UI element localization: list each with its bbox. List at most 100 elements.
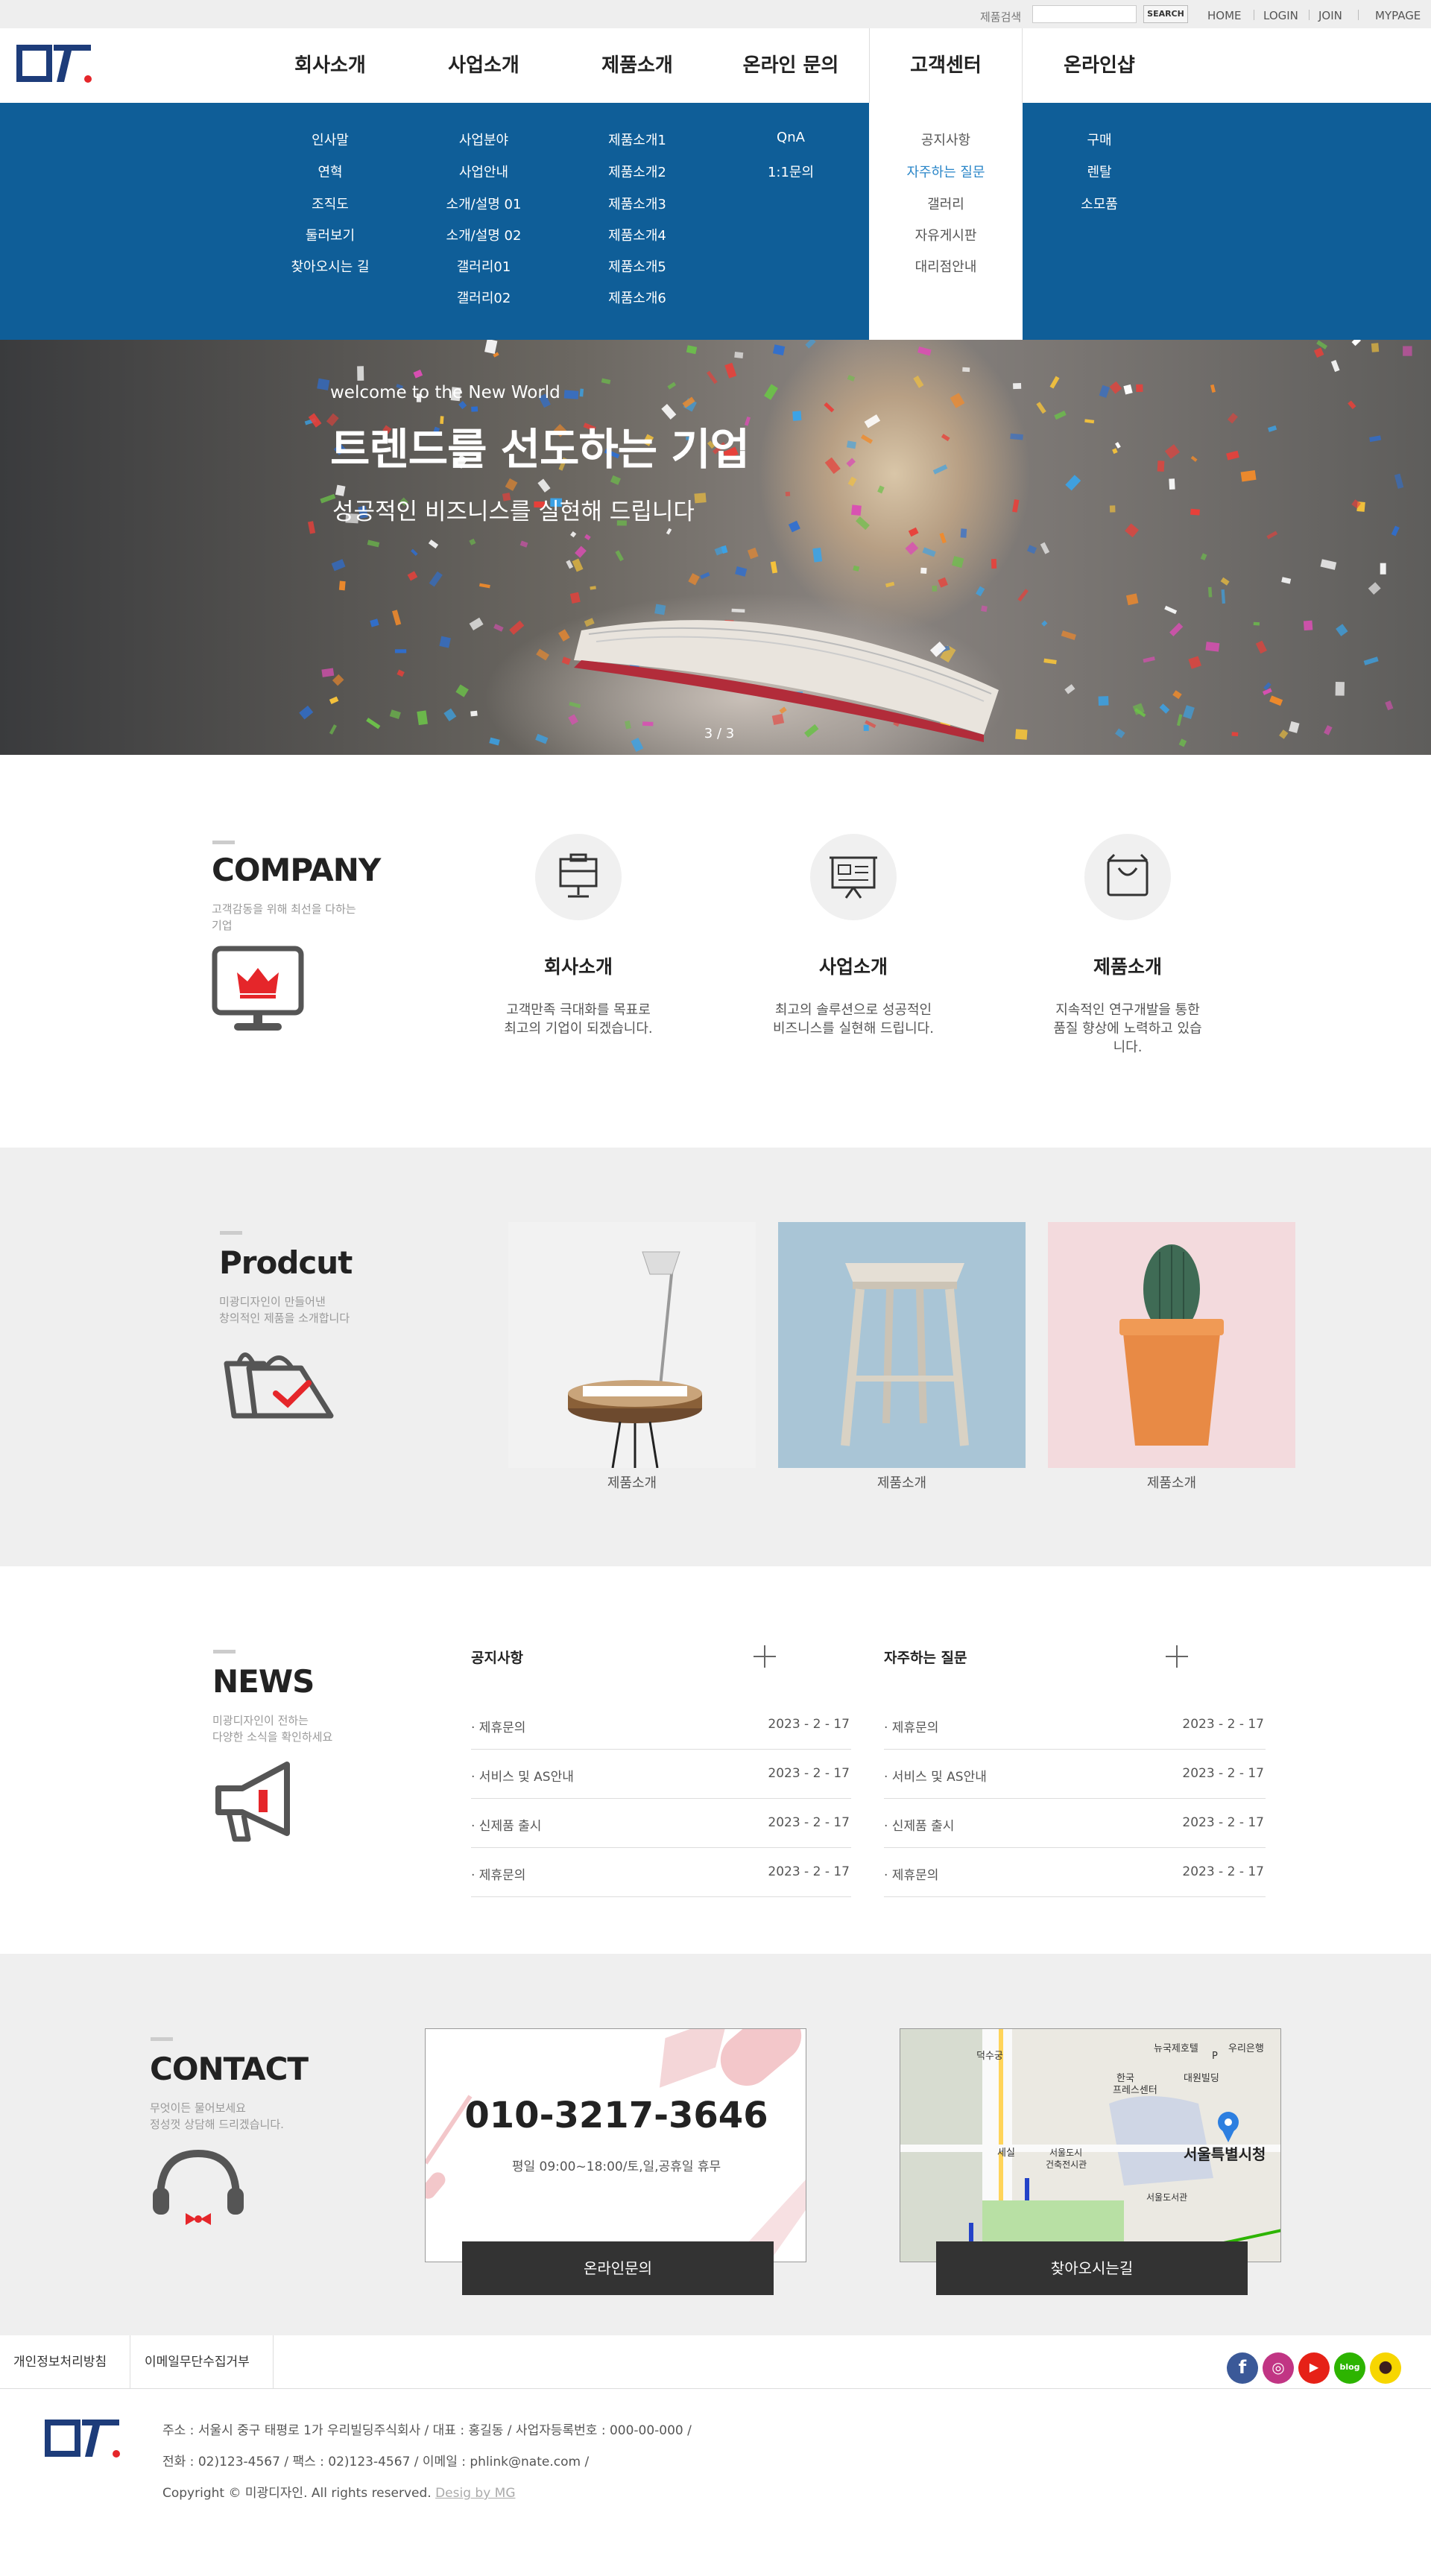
company-desc-2: 기업 [212, 919, 233, 932]
submenu-greeting[interactable]: 인사말 [253, 130, 407, 149]
product-caption-3: 제품소개 [1146, 1475, 1197, 1491]
nav-online-inquiry[interactable]: 온라인 문의 [714, 28, 868, 103]
kakao-icon[interactable]: ● [1370, 2352, 1401, 2384]
site-logo[interactable] [13, 40, 97, 88]
top-utility-bar: 제품검색 SEARCH HOME LOGIN JOIN MYPAGE [0, 0, 1431, 28]
business-intro-icon [810, 834, 897, 920]
product-desc-1: 미광디자인이 만들어낸 [219, 1295, 326, 1308]
product-image-2[interactable] [778, 1222, 1026, 1468]
contact-phone[interactable]: 010-3217-3646 [426, 2095, 806, 2136]
submenu-qna[interactable]: QnA [714, 130, 868, 145]
footer-link-bar: 개인정보처리방침 이메일무단수집거부 f ◎ ▶ blog ● [0, 2335, 1431, 2389]
submenu-intro-02[interactable]: 소개/설명 02 [407, 225, 560, 244]
submenu-rental[interactable]: 렌탈 [1023, 162, 1176, 181]
submenu-purchase[interactable]: 구매 [1023, 130, 1176, 149]
submenu-gallery[interactable]: 갤러리 [869, 194, 1023, 213]
product-intro-icon [1084, 834, 1171, 920]
main-header: 회사소개 사업소개 제품소개 온라인 문의 고객센터 온라인샵 [0, 28, 1431, 103]
submenu-product-1[interactable]: 제품소개1 [560, 130, 714, 149]
submenu-product-2[interactable]: 제품소개2 [560, 162, 714, 181]
facebook-icon[interactable]: f [1227, 2352, 1258, 2384]
mypage-link[interactable]: MYPAGE [1375, 9, 1421, 22]
svg-text:한국: 한국 [1116, 2073, 1134, 2084]
online-inquiry-button[interactable]: 온라인문의 [462, 2241, 774, 2295]
footer-credit-link[interactable]: Desig by MG [435, 2486, 515, 2501]
svg-text:서울도시: 서울도시 [1049, 2148, 1082, 2158]
faq-more-plus-icon[interactable] [1166, 1645, 1188, 1668]
news-row[interactable]: · 신제품 출시 2023 - 2 - 17 [471, 1799, 851, 1848]
submenu-gallery-02[interactable]: 갤러리02 [407, 288, 560, 307]
faq-row[interactable]: · 제휴문의 2023 - 2 - 17 [884, 1700, 1266, 1750]
submenu-business-guide[interactable]: 사업안내 [407, 162, 560, 181]
nav-online-shop[interactable]: 온라인샵 [1023, 28, 1176, 103]
contact-desc-1: 무엇이든 물어보세요 [150, 2101, 246, 2115]
open-book-image [574, 620, 999, 742]
headset-icon [153, 2149, 244, 2225]
login-link[interactable]: LOGIN [1263, 9, 1298, 22]
faq-row[interactable]: · 서비스 및 AS안내 2023 - 2 - 17 [884, 1750, 1266, 1799]
submenu-product-6[interactable]: 제품소개6 [560, 288, 714, 307]
feature-title-business: 사업소개 [818, 956, 888, 978]
email-refusal-link[interactable]: 이메일무단수집거부 [145, 2335, 250, 2389]
hero-slider: welcome to the New World 트렌드를 선도하는 기업 성공… [0, 340, 1431, 755]
youtube-icon[interactable]: ▶ [1298, 2352, 1330, 2384]
submenu-faq[interactable]: 자주하는 질문 [869, 162, 1023, 181]
nav-customer-center[interactable]: 고객센터 [869, 28, 1023, 103]
blog-icon[interactable]: blog [1334, 2352, 1365, 2384]
submenu-dealers[interactable]: 대리점안내 [869, 256, 1023, 276]
news-section: NEWS 미광디자인이 전하는 다양한 소식을 확인하세요 공지사항 · 제휴문… [0, 1566, 1431, 1954]
section-title-contact: CONTACT [150, 2051, 309, 2087]
submenu-tour[interactable]: 둘러보기 [253, 225, 407, 244]
hero-title: 트렌드를 선도하는 기업 [330, 424, 750, 475]
submenu-consumables[interactable]: 소모품 [1023, 194, 1176, 213]
svg-text:서울도서관: 서울도서관 [1146, 2192, 1187, 2203]
faq-row[interactable]: · 신제품 출시 2023 - 2 - 17 [884, 1799, 1266, 1848]
submenu-intro-01[interactable]: 소개/설명 01 [407, 194, 560, 213]
nav-business[interactable]: 사업소개 [407, 28, 560, 103]
submenu-product-3[interactable]: 제품소개3 [560, 194, 714, 213]
submenu-business-area[interactable]: 사업분야 [407, 130, 560, 149]
mega-menu: 인사말 연혁 조직도 둘러보기 찾아오시는 길 사업분야 사업안내 소개/설명 … [0, 103, 1431, 340]
hero-subtitle: welcome to the New World [330, 383, 560, 402]
footer-contact: 전화 : 02)123-4567 / 팩스 : 02)123-4567 / 이메… [162, 2455, 590, 2469]
hero-description: 성공적인 비즈니스를 실현해 드립니다 [332, 499, 695, 525]
submenu-product-4[interactable]: 제품소개4 [560, 225, 714, 244]
feature-desc-product-2: 품질 향상에 노력하고 있습 [1053, 1021, 1202, 1037]
home-link[interactable]: HOME [1207, 9, 1242, 22]
directions-button[interactable]: 찾아오시는길 [936, 2241, 1248, 2295]
slide-pager[interactable]: 3 / 3 [697, 726, 742, 741]
submenu-product-5[interactable]: 제품소개5 [560, 256, 714, 276]
megaphone-icon [215, 1762, 290, 1842]
svg-text:건축전시관: 건축전시관 [1046, 2159, 1087, 2170]
feature-title-company: 회사소개 [543, 956, 613, 978]
search-button[interactable]: SEARCH [1143, 5, 1188, 23]
submenu-organization[interactable]: 조직도 [253, 194, 407, 213]
submenu-directions[interactable]: 찾아오시는 길 [253, 256, 407, 276]
submenu-history[interactable]: 연혁 [253, 162, 407, 181]
notice-more-plus-icon[interactable] [754, 1645, 776, 1668]
product-image-1[interactable] [508, 1222, 756, 1468]
submenu-one-to-one[interactable]: 1:1문의 [714, 162, 868, 181]
submenu-gallery-01[interactable]: 갤러리01 [407, 256, 560, 276]
submenu-notice[interactable]: 공지사항 [869, 130, 1023, 149]
news-row[interactable]: · 제휴문의 2023 - 2 - 17 [471, 1700, 851, 1750]
contact-section: CONTACT 무엇이든 물어보세요 정성껏 상담해 드리겠습니다. 010-3… [0, 1954, 1431, 2335]
product-image-3[interactable] [1048, 1222, 1295, 1468]
svg-text:서울특별시청: 서울특별시청 [1184, 2145, 1266, 2163]
product-caption-1: 제품소개 [607, 1475, 657, 1491]
privacy-policy-link[interactable]: 개인정보처리방침 [13, 2335, 107, 2389]
faq-row[interactable]: · 제휴문의 2023 - 2 - 17 [884, 1848, 1266, 1897]
news-row[interactable]: · 서비스 및 AS안내 2023 - 2 - 17 [471, 1750, 851, 1799]
location-map[interactable]: 뉴국제호텔 우리은행 한국 프레스센터 대원빌딩 서울특별시청 서울도시 건축전… [900, 2028, 1281, 2262]
instagram-icon[interactable]: ◎ [1263, 2352, 1294, 2384]
news-row[interactable]: · 제휴문의 2023 - 2 - 17 [471, 1848, 851, 1897]
join-link[interactable]: JOIN [1318, 9, 1342, 22]
news-board-title-notice: 공지사항 [471, 1650, 523, 1666]
nav-products[interactable]: 제품소개 [560, 28, 714, 103]
search-input[interactable] [1032, 5, 1137, 23]
footer-info: 주소 : 서울시 중구 태평로 1가 우리빌딩주식회사 / 대표 : 홍길동 /… [0, 2390, 1431, 2576]
monitor-crown-icon [212, 946, 304, 1031]
feature-desc-company-2: 최고의 기업이 되겠습니다. [504, 1021, 653, 1037]
submenu-free-board[interactable]: 자유게시판 [869, 225, 1023, 244]
nav-company[interactable]: 회사소개 [253, 28, 407, 103]
